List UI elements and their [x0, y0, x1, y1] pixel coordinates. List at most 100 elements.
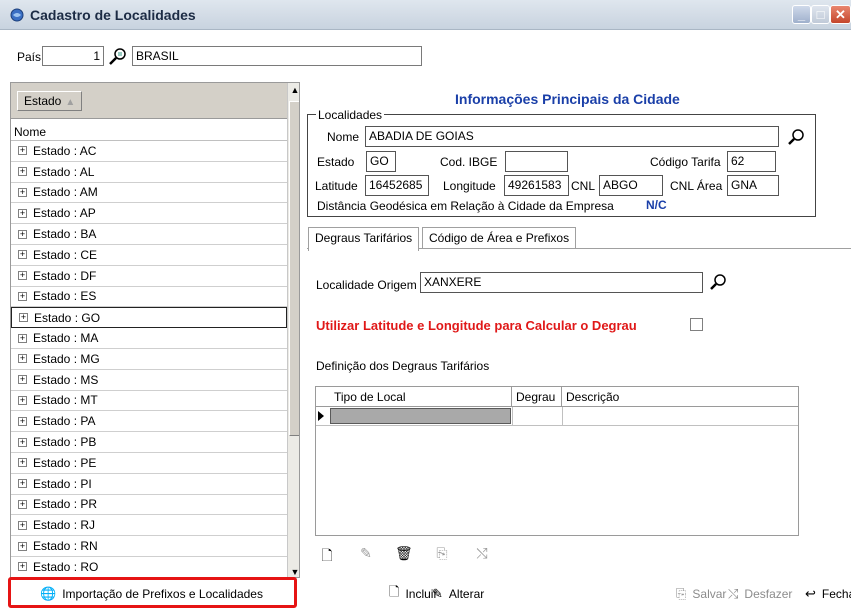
search-icon[interactable]: [786, 127, 806, 147]
maximize-button[interactable]: □: [811, 5, 830, 24]
expand-icon[interactable]: +: [18, 395, 27, 405]
list-item-label: Estado : AP: [33, 206, 96, 221]
expand-icon[interactable]: +: [18, 229, 27, 239]
estado-field[interactable]: GO: [366, 151, 396, 172]
expand-icon[interactable]: +: [18, 458, 27, 468]
expand-icon[interactable]: +: [19, 313, 28, 323]
list-item[interactable]: + Estado : PE: [11, 453, 287, 474]
fechar-button[interactable]: ↩ Fechar: [805, 583, 851, 605]
search-icon[interactable]: [107, 46, 129, 66]
longitude-label: Longitude: [443, 179, 496, 193]
close-icon: ✕: [835, 6, 846, 22]
edit-doc-icon[interactable]: ✎: [358, 545, 374, 563]
trash-icon[interactable]: 🗑: [395, 545, 413, 563]
latitude-field[interactable]: 16452685: [365, 175, 429, 196]
minimize-button[interactable]: _: [792, 5, 811, 24]
list-item[interactable]: + Estado : PR: [11, 495, 287, 516]
list-item[interactable]: + Estado : AC: [11, 141, 287, 162]
expand-icon[interactable]: +: [18, 187, 27, 197]
list-item[interactable]: + Estado : CE: [11, 245, 287, 266]
save-icon[interactable]: ⎘: [434, 545, 450, 563]
expand-icon[interactable]: +: [18, 167, 27, 177]
list-item[interactable]: + Estado : MS: [11, 370, 287, 391]
maximize-icon: □: [816, 7, 825, 22]
list-item-label: Estado : PA: [33, 414, 96, 429]
list-item[interactable]: + Estado : AP: [11, 203, 287, 225]
tab-degraus-tarifarios[interactable]: Degraus Tarifários: [308, 227, 420, 251]
expand-icon[interactable]: +: [18, 541, 27, 551]
list-item[interactable]: + Estado : RO: [11, 557, 287, 577]
estado-group-button[interactable]: Estado ▲: [17, 91, 83, 111]
search-icon[interactable]: [708, 272, 728, 292]
list-item[interactable]: + Estado : PA: [11, 411, 287, 433]
expand-icon[interactable]: +: [18, 271, 27, 281]
scroll-up-arrow-icon[interactable]: ▲: [288, 83, 299, 97]
grid-cell-tipo-local[interactable]: [330, 408, 511, 424]
close-button[interactable]: ✕: [830, 5, 851, 24]
import-prefixos-button[interactable]: 🌐 Importação de Prefixos e Localidades: [40, 583, 263, 605]
page-title: Informações Principais da Cidade: [455, 91, 680, 107]
list-item[interactable]: + Estado : RN: [11, 536, 287, 557]
list-item-label: Estado : MS: [33, 372, 99, 387]
expand-icon[interactable]: +: [18, 416, 27, 426]
list-item[interactable]: + Estado : MT: [11, 391, 287, 412]
list-item-label: Estado : PI: [33, 476, 92, 491]
list-item[interactable]: + Estado : RJ: [11, 515, 287, 537]
list-item[interactable]: + Estado : AL: [11, 162, 287, 183]
expand-icon[interactable]: +: [18, 499, 27, 509]
expand-icon[interactable]: +: [18, 520, 27, 530]
cnl-field[interactable]: ABGO: [599, 175, 663, 196]
vertical-scrollbar[interactable]: ▲ ▼: [287, 83, 299, 577]
grid-header-descricao[interactable]: Descrição: [562, 387, 800, 407]
localidade-origem-field[interactable]: XANXERE: [420, 272, 703, 293]
list-item[interactable]: + Estado : PB: [11, 432, 287, 453]
incluir-button[interactable]: 🗋 Incluir: [389, 583, 437, 605]
new-doc-icon[interactable]: 🗋: [319, 545, 335, 563]
list-item[interactable]: + Estado : DF: [11, 266, 287, 287]
list-item[interactable]: + Estado : GO: [11, 307, 287, 329]
grid-header-tipo-local[interactable]: Tipo de Local: [330, 387, 512, 407]
pais-name-field[interactable]: BRASIL: [132, 46, 422, 66]
expand-icon[interactable]: +: [18, 375, 27, 385]
pais-code-field[interactable]: 1: [42, 46, 104, 66]
list-item-label: Estado : AL: [33, 164, 95, 179]
column-header-nome[interactable]: Nome: [11, 123, 287, 141]
alterar-button[interactable]: ✎ Alterar: [432, 583, 484, 605]
undo-icon: ⤭: [728, 586, 739, 601]
tab-codigo-area-prefixos[interactable]: Código de Área e Prefixos: [422, 227, 577, 249]
latlon-degrau-checkbox[interactable]: [690, 318, 703, 331]
expand-icon[interactable]: +: [18, 250, 27, 260]
list-item[interactable]: + Estado : PI: [11, 474, 287, 495]
list-item[interactable]: + Estado : AM: [11, 183, 287, 204]
exit-icon: ↩: [805, 586, 816, 601]
list-item[interactable]: + Estado : ES: [11, 287, 287, 308]
desfazer-button[interactable]: ⤭ Desfazer: [728, 583, 792, 605]
desfazer-label: Desfazer: [744, 587, 793, 601]
list-item[interactable]: + Estado : MA: [11, 328, 287, 349]
salvar-button[interactable]: ⎘ Salvar: [676, 583, 726, 605]
list-item[interactable]: + Estado : MG: [11, 349, 287, 370]
expand-icon[interactable]: +: [18, 291, 27, 301]
list-item[interactable]: + Estado : BA: [11, 224, 287, 245]
nome-field[interactable]: ABADIA DE GOIAS: [365, 126, 779, 147]
longitude-field[interactable]: 49261583: [504, 175, 569, 196]
expand-icon[interactable]: +: [18, 479, 27, 489]
codigo-tarifa-label: Código Tarifa: [650, 155, 721, 169]
list-item-label: Estado : MA: [33, 331, 99, 346]
codigo-tarifa-field[interactable]: 62: [727, 151, 776, 172]
expand-icon[interactable]: +: [18, 354, 27, 364]
cnl-area-field[interactable]: GNA: [727, 175, 779, 196]
expand-icon[interactable]: +: [18, 437, 27, 447]
expand-icon[interactable]: +: [18, 333, 27, 343]
expand-icon[interactable]: +: [18, 208, 27, 218]
table-row[interactable]: [316, 407, 798, 426]
list-item-label: Estado : PR: [33, 497, 98, 512]
degraus-grid[interactable]: Tipo de Local Degrau Descrição: [315, 386, 799, 536]
undo-icon[interactable]: ⤭: [474, 545, 490, 563]
scroll-thumb[interactable]: [289, 101, 299, 436]
estado-group-label: Estado: [24, 94, 62, 108]
grid-header-degrau[interactable]: Degrau: [512, 387, 562, 407]
expand-icon[interactable]: +: [18, 562, 27, 572]
expand-icon[interactable]: +: [18, 146, 27, 156]
ibge-field[interactable]: [505, 151, 568, 172]
